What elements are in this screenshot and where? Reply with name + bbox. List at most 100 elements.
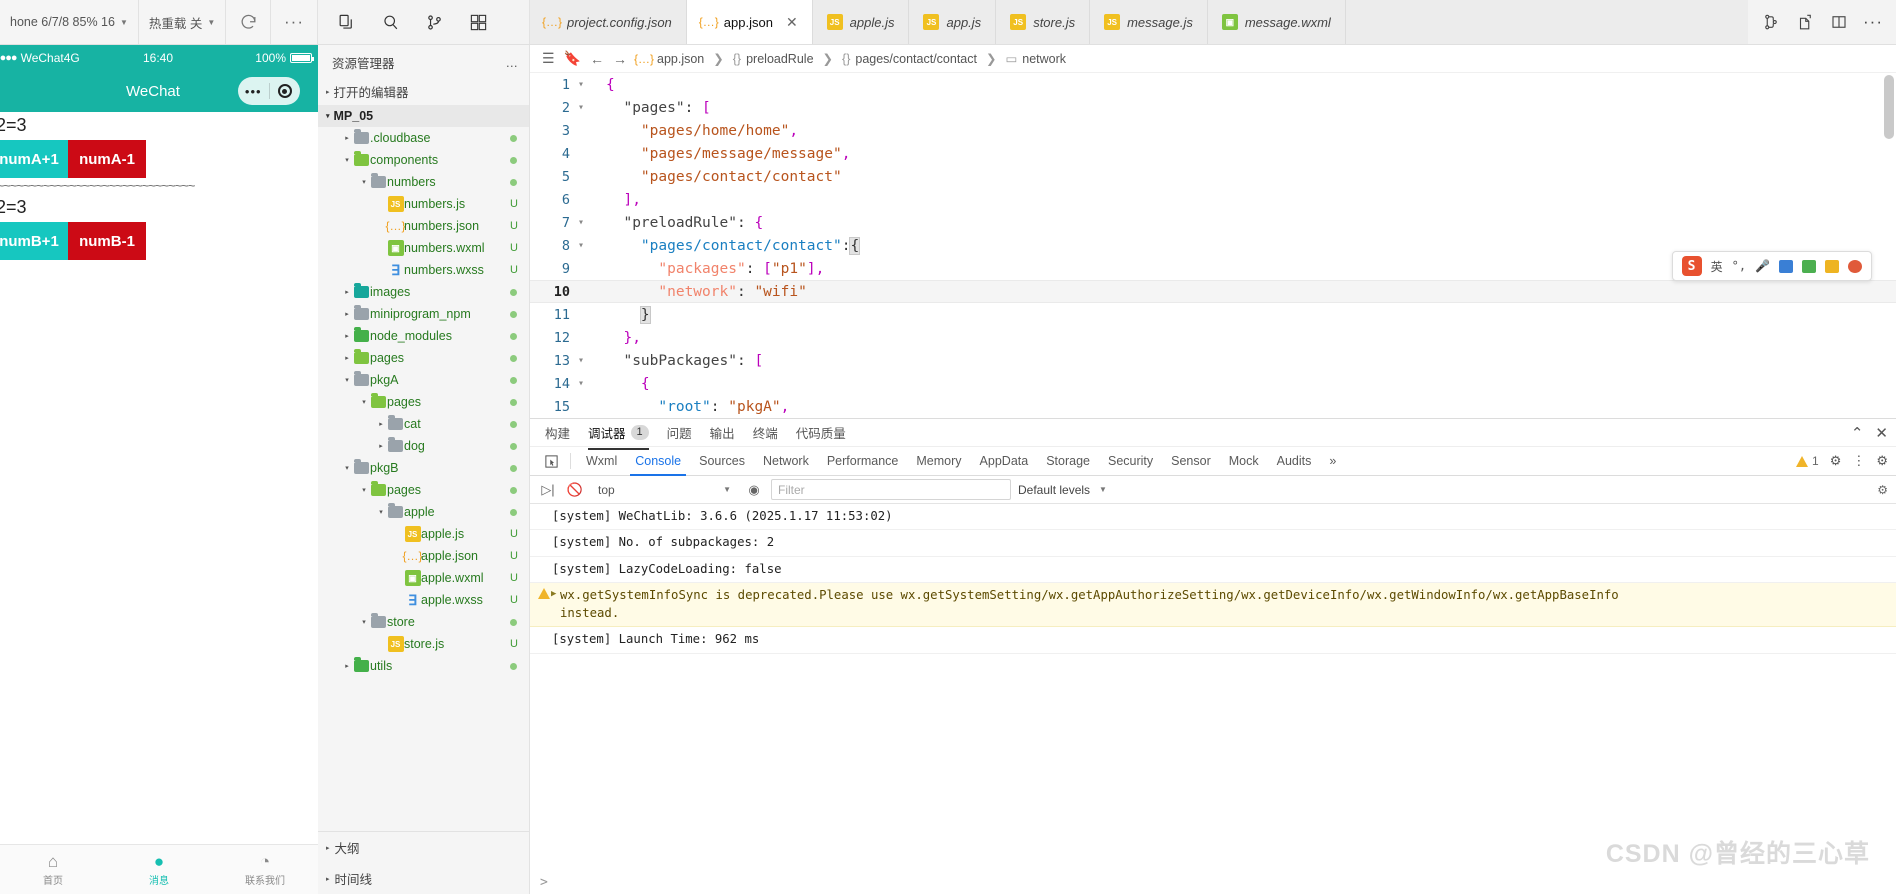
tree-item[interactable]: ▾ pkgA xyxy=(318,369,529,391)
chevron-up-icon[interactable]: ⌃ xyxy=(1851,424,1864,442)
chevron-down-icon[interactable]: ▾ xyxy=(358,398,370,406)
editor-tab-store-js[interactable]: JS store.js xyxy=(996,0,1091,44)
console-output[interactable]: [system] WeChatLib: 3.6.6 (2025.1.17 11:… xyxy=(530,504,1896,871)
chevron-right-icon[interactable]: ▸ xyxy=(375,420,387,428)
console-settings-icon[interactable]: ⚙ xyxy=(1877,483,1888,497)
chevron-right-icon[interactable]: ▸ xyxy=(375,442,387,450)
tree-item[interactable]: ▾ pages xyxy=(318,479,529,501)
compare-button[interactable] xyxy=(1754,5,1788,39)
tree-item[interactable]: ▸ node_modules xyxy=(318,325,529,347)
fold-chevron-icon[interactable]: ▾ xyxy=(570,240,592,251)
numb-plus-button[interactable]: numB+1 xyxy=(0,222,68,260)
code-line[interactable]: 15 "root": "pkgA", xyxy=(530,395,1896,418)
editor-tab-app-js[interactable]: JS app.js xyxy=(909,0,997,44)
breadcrumb-item-contact[interactable]: {} pages/contact/contact xyxy=(842,52,977,66)
simulator-more-button[interactable]: ··· xyxy=(271,0,317,44)
tree-item[interactable]: ▸ pages xyxy=(318,347,529,369)
explorer-section-时间线[interactable]: ▸ 时间线 xyxy=(318,863,529,894)
refresh-button[interactable] xyxy=(226,0,271,44)
code-line[interactable]: 11 } xyxy=(530,303,1896,326)
device-selector[interactable]: hone 6/7/8 85% 16 ▼ xyxy=(0,0,139,44)
chevron-right-icon[interactable]: ▸ xyxy=(341,288,353,296)
devtools-tab-performance[interactable]: Performance xyxy=(818,447,908,476)
open-editors-section[interactable]: ▸ 打开的编辑器 xyxy=(318,78,529,105)
warning-count[interactable]: 1 xyxy=(1796,454,1819,468)
tree-item[interactable]: ▾ pages xyxy=(318,391,529,413)
more-vertical-icon[interactable]: ⋮ xyxy=(1852,453,1865,469)
console-prompt[interactable]: > xyxy=(530,871,1896,894)
devtools-tabs-overflow[interactable]: » xyxy=(1320,447,1345,476)
settings-gear-icon[interactable]: ⚙ xyxy=(1830,453,1842,469)
code-line[interactable]: 10 "network": "wifi" xyxy=(530,280,1896,303)
tree-item[interactable]: ▾ pkgB xyxy=(318,457,529,479)
tree-item[interactable]: {…} apple.json U xyxy=(318,545,529,567)
close-tab-icon[interactable]: ✕ xyxy=(786,15,798,29)
editor-tab-app-json[interactable]: {…} app.json ✕ xyxy=(686,0,813,44)
tree-item[interactable]: ▣ numbers.wxml U xyxy=(318,237,529,259)
scrollbar-thumb[interactable] xyxy=(1884,75,1894,139)
devtools-zh-tab-调试器[interactable]: 调试器 1 xyxy=(581,419,656,450)
chevron-down-icon[interactable]: ▾ xyxy=(358,486,370,494)
fold-chevron-icon[interactable]: ▾ xyxy=(570,217,592,228)
chevron-down-icon[interactable]: ▾ xyxy=(375,508,387,516)
tree-item[interactable]: ▸ utils xyxy=(318,655,529,677)
chevron-right-icon[interactable]: ▸ xyxy=(341,310,353,318)
breadcrumb-item-preloadrule[interactable]: {} preloadRule xyxy=(733,52,814,66)
devtools-tab-audits[interactable]: Audits xyxy=(1268,447,1321,476)
console-log-row[interactable]: [system] WeChatLib: 3.6.6 (2025.1.17 11:… xyxy=(530,504,1896,531)
devtools-zh-tab-构建[interactable]: 构建 xyxy=(538,419,577,446)
numa-plus-button[interactable]: numA+1 xyxy=(0,140,68,178)
tree-item[interactable]: ▸ .cloudbase xyxy=(318,127,529,149)
chevron-down-icon[interactable]: ▾ xyxy=(358,618,370,626)
source-control-button[interactable] xyxy=(414,5,454,39)
fold-chevron-icon[interactable]: ▾ xyxy=(570,102,592,113)
code-line[interactable]: 2 ▾ "pages": [ xyxy=(530,96,1896,119)
chevron-down-icon[interactable]: ▾ xyxy=(341,464,353,472)
outline-icon[interactable]: ☰ xyxy=(542,50,555,67)
chevron-down-icon[interactable]: ▾ xyxy=(358,178,370,186)
inspect-element-button[interactable] xyxy=(538,454,564,469)
new-window-button[interactable] xyxy=(1788,5,1822,39)
devtools-tab-sensor[interactable]: Sensor xyxy=(1162,447,1220,476)
tree-item[interactable]: {…} numbers.json U xyxy=(318,215,529,237)
ime-mode-label[interactable]: 英 xyxy=(1711,258,1723,275)
clear-console-icon[interactable]: 🚫 xyxy=(565,482,585,498)
forward-arrow-icon[interactable]: → xyxy=(613,51,627,67)
tree-item[interactable]: JS apple.js U xyxy=(318,523,529,545)
search-button[interactable] xyxy=(370,5,410,39)
code-line[interactable]: 7 ▾ "preloadRule": { xyxy=(530,211,1896,234)
tree-item[interactable]: ▸ images xyxy=(318,281,529,303)
panel-settings-icon[interactable]: ⚙ xyxy=(1876,453,1888,469)
code-line[interactable]: 12 }, xyxy=(530,326,1896,349)
palette-icon[interactable] xyxy=(1848,259,1862,273)
ime-punct-icon[interactable]: °, xyxy=(1732,259,1746,273)
devtools-tab-appdata[interactable]: AppData xyxy=(971,447,1038,476)
explorer-more-icon[interactable]: … xyxy=(506,56,520,70)
editor-tab-apple-js[interactable]: JS apple.js xyxy=(812,0,910,44)
devtools-zh-tab-代码质量[interactable]: 代码质量 xyxy=(789,419,853,446)
tshirt-icon[interactable] xyxy=(1802,259,1816,273)
devtools-tab-memory[interactable]: Memory xyxy=(907,447,970,476)
tree-item[interactable]: JS numbers.js U xyxy=(318,193,529,215)
console-context-select[interactable]: top ▼ xyxy=(592,480,737,500)
expand-arrow-icon[interactable]: ▶ xyxy=(551,588,556,601)
breadcrumb-item-network[interactable]: ▭ network xyxy=(1005,51,1066,67)
devtools-tab-console[interactable]: Console xyxy=(626,447,690,476)
chevron-right-icon[interactable]: ▸ xyxy=(341,332,353,340)
chevron-down-icon[interactable]: ▾ xyxy=(341,376,353,384)
bookmark-icon[interactable]: 🔖 xyxy=(564,50,581,67)
devtools-zh-tab-输出[interactable]: 输出 xyxy=(703,419,742,446)
keyboard-icon[interactable] xyxy=(1779,259,1793,273)
code-line[interactable]: 5 "pages/contact/contact" xyxy=(530,165,1896,188)
explorer-section-大纲[interactable]: ▸ 大纲 xyxy=(318,832,529,863)
code-line[interactable]: 13 ▾ "subPackages": [ xyxy=(530,349,1896,372)
devtools-zh-tab-问题[interactable]: 问题 xyxy=(660,419,699,446)
fold-chevron-icon[interactable]: ▾ xyxy=(570,378,592,389)
console-log-row[interactable]: ▶ wx.getSystemInfoSync is deprecated.Plea… xyxy=(530,583,1896,628)
tree-item[interactable]: ▾ components xyxy=(318,149,529,171)
project-root-section[interactable]: ▾ MP_05 xyxy=(318,105,529,127)
tree-item[interactable]: ▸ miniprogram_npm xyxy=(318,303,529,325)
chevron-right-icon[interactable]: ▸ xyxy=(341,134,353,142)
devtools-tab-wxml[interactable]: Wxml xyxy=(577,447,626,476)
code-line[interactable]: 14 ▾ { xyxy=(530,372,1896,395)
